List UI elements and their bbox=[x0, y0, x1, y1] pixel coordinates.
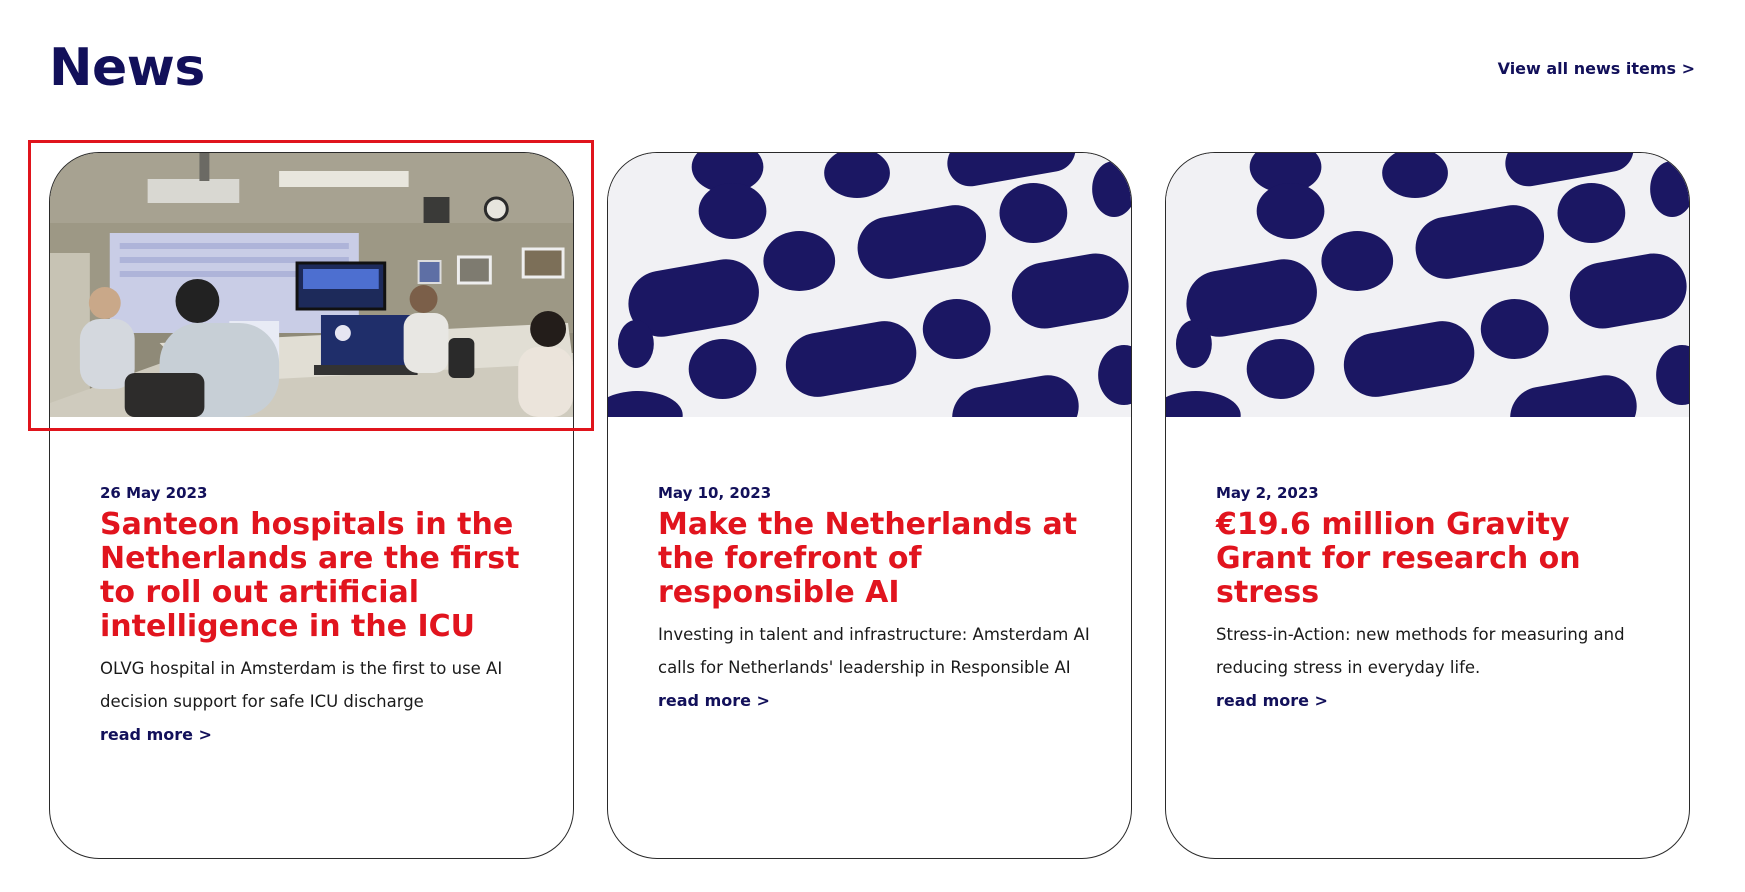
news-card[interactable]: May 10, 2023 Make the Netherlands at the… bbox=[607, 152, 1132, 859]
news-card[interactable]: May 2, 2023 €19.6 million Gravity Grant … bbox=[1165, 152, 1690, 859]
read-more-link[interactable]: read more > bbox=[658, 690, 770, 712]
news-card-list: 26 May 2023 Santeon hospitals in the Net… bbox=[49, 152, 1694, 861]
news-title[interactable]: Santeon hospitals in the Netherlands are… bbox=[100, 508, 535, 644]
news-title[interactable]: €19.6 million Gravity Grant for research… bbox=[1216, 508, 1651, 610]
dot-pattern-graphic bbox=[1166, 153, 1689, 417]
news-description: Investing in talent and infrastructure: … bbox=[658, 625, 1090, 677]
news-description: Stress-in-Action: new methods for measur… bbox=[1216, 625, 1625, 677]
news-card-image[interactable] bbox=[50, 153, 573, 417]
news-card-body: May 10, 2023 Make the Netherlands at the… bbox=[658, 483, 1093, 712]
news-date: 26 May 2023 bbox=[100, 484, 208, 502]
news-card-body: May 2, 2023 €19.6 million Gravity Grant … bbox=[1216, 483, 1651, 712]
page-title: News bbox=[49, 38, 205, 98]
news-date: May 2, 2023 bbox=[1216, 484, 1319, 502]
news-date: May 10, 2023 bbox=[658, 484, 772, 502]
news-description: OLVG hospital in Amsterdam is the first … bbox=[100, 659, 503, 711]
news-card[interactable]: 26 May 2023 Santeon hospitals in the Net… bbox=[49, 152, 574, 859]
meeting-room-photo bbox=[50, 153, 573, 417]
news-card-body: 26 May 2023 Santeon hospitals in the Net… bbox=[100, 483, 535, 746]
read-more-link[interactable]: read more > bbox=[100, 724, 212, 746]
read-more-link[interactable]: read more > bbox=[1216, 690, 1328, 712]
news-card-image[interactable] bbox=[1166, 153, 1689, 417]
view-all-news-link[interactable]: View all news items > bbox=[1498, 58, 1695, 80]
news-card-image[interactable] bbox=[608, 153, 1131, 417]
dot-pattern-graphic bbox=[608, 153, 1131, 417]
news-title[interactable]: Make the Netherlands at the forefront of… bbox=[658, 508, 1093, 610]
